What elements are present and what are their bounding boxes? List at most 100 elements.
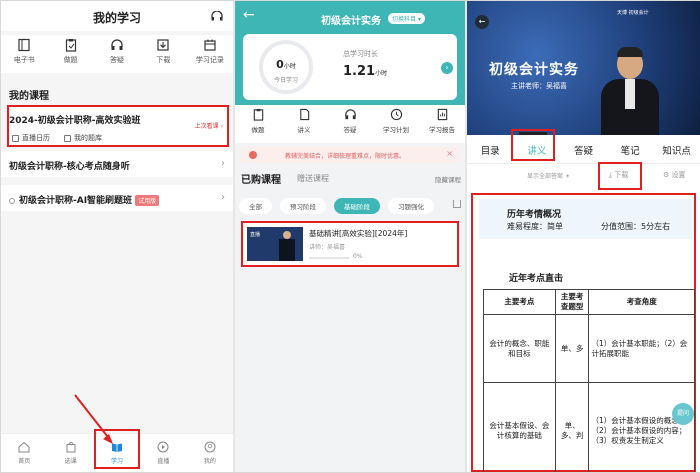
progress-bar bbox=[309, 257, 349, 259]
table-cell: 会计的概念、职能和目标 bbox=[483, 314, 556, 384]
highlight-box-tab bbox=[511, 129, 555, 161]
user-icon bbox=[204, 441, 216, 453]
filter-icon[interactable] bbox=[453, 200, 461, 208]
course-links: 直播日历 我的题库 bbox=[12, 133, 102, 143]
today-value: 0 bbox=[276, 58, 284, 71]
tool-handout[interactable]: 讲义 bbox=[281, 105, 327, 143]
top-bar: 我的学习 bbox=[1, 1, 233, 31]
question-bank-link[interactable]: 我的题库 bbox=[64, 133, 102, 143]
chevron-right-icon[interactable]: › bbox=[441, 62, 453, 74]
show-all-answers-toggle[interactable]: 显示全部答案 ☀ bbox=[527, 171, 570, 180]
study-time-card: 0小时 今日学习 总学习时长 1.21小时 › bbox=[243, 34, 457, 100]
back-arrow-icon[interactable]: ← bbox=[243, 7, 255, 23]
table-row: 会计基本假设、会计核算的基础 单、多、判 （1）会计基本假设的概念；（2）会计基… bbox=[483, 382, 695, 472]
last-watch-link[interactable]: 上次看课 › bbox=[195, 121, 223, 130]
home-icon bbox=[18, 441, 30, 453]
chevron-right-icon: › bbox=[221, 192, 225, 203]
tool-label: 学习计划 bbox=[383, 126, 409, 134]
chevron-right-icon: › bbox=[221, 158, 225, 169]
tab-catalog[interactable]: 目录 bbox=[467, 135, 514, 161]
menu-label: 学习记录 bbox=[195, 56, 224, 64]
lecturer-hair bbox=[617, 47, 643, 57]
menu-label: 下载 bbox=[156, 56, 171, 64]
tab-gift[interactable]: 赠送课程 bbox=[297, 173, 329, 184]
switch-subject-button[interactable]: 切换科目 ▾ bbox=[388, 13, 425, 24]
exam-overview: 历年考情概况 难易程度：简单 分值范围：5分左右 bbox=[479, 199, 692, 239]
tool-study-plan[interactable]: 学习计划 bbox=[373, 105, 419, 143]
today-progress-ring: 0小时 今日学习 bbox=[259, 40, 313, 94]
lesson-card-highlighted[interactable]: 直播 基础精讲[高效实验][2024年] 讲师：吴福喜 0% bbox=[241, 221, 459, 267]
nav-courses[interactable]: 选课 bbox=[47, 434, 93, 472]
table-cell: 单、多、判 bbox=[554, 382, 590, 472]
lesson-teacher: 讲师：吴福喜 bbox=[309, 244, 346, 251]
menu-download[interactable]: 下载 bbox=[140, 35, 186, 73]
tool-study-report[interactable]: 学习报告 bbox=[419, 105, 465, 143]
live-calendar-label: 直播日历 bbox=[22, 134, 50, 142]
show-all-label: 显示全部答案 bbox=[527, 173, 564, 180]
headset-icon[interactable] bbox=[211, 11, 223, 21]
highlight-box-download bbox=[598, 162, 642, 190]
menu-ebook[interactable]: 电子书 bbox=[1, 35, 47, 73]
tool-label: 做题 bbox=[251, 126, 265, 134]
chip-preview[interactable]: 预习阶段 bbox=[280, 198, 326, 214]
nav-mine[interactable]: 我的 bbox=[187, 434, 233, 472]
trial-badge: 试用版 bbox=[135, 195, 160, 206]
download-icon bbox=[157, 39, 170, 51]
hide-course-link[interactable]: 隐藏课程 bbox=[435, 174, 461, 184]
calendar-icon bbox=[204, 39, 216, 51]
quick-menu: 电子书 做题 答疑 下载 学习记录 bbox=[1, 35, 233, 73]
tab-bought[interactable]: 已购课程 bbox=[241, 171, 281, 186]
screenshot-collage: 我的学习 电子书 做题 答疑 下载 学习记录 我的课程 2024-初级会计职称-… bbox=[0, 0, 700, 473]
tab-qa[interactable]: 答疑 bbox=[560, 135, 607, 161]
chip-all[interactable]: 全部 bbox=[239, 198, 272, 214]
table-row: 会计的概念、职能和目标 单、多 （1）会计基本职能；（2）会计拓展职能 bbox=[483, 314, 695, 384]
handout-toolbar: 显示全部答案 ☀ ⤓ 下载 ⚙ 设置 bbox=[467, 163, 700, 185]
tab-knowledge[interactable]: 知识点 bbox=[653, 135, 700, 161]
tab-notes[interactable]: 笔记 bbox=[607, 135, 654, 161]
menu-label: 电子书 bbox=[13, 56, 35, 64]
tool-qa[interactable]: 答疑 bbox=[327, 105, 373, 143]
course-card-highlighted[interactable]: 2024-初级会计职称-高效实验班 上次看课 › 直播日历 我的题库 bbox=[7, 105, 229, 147]
section-title: 我的课程 bbox=[9, 91, 49, 102]
today-value-wrap: 0小时 bbox=[263, 58, 309, 71]
table-cell: 会计基本假设、会计核算的基础 bbox=[483, 382, 556, 472]
chip-basic[interactable]: 基础阶段 bbox=[334, 198, 380, 214]
table-header-row: 主要考点 主要考查题型 考查角度 bbox=[483, 288, 695, 316]
tool-label: 答疑 bbox=[343, 126, 357, 134]
course-row-ai[interactable]: 初级会计职称-AI智能刷题班 试用版 › bbox=[1, 185, 233, 211]
tool-practice[interactable]: 做题 bbox=[235, 105, 281, 143]
menu-qa[interactable]: 答疑 bbox=[94, 35, 140, 73]
back-arrow-icon[interactable]: ← bbox=[475, 15, 489, 29]
nav-live[interactable]: 直播 bbox=[140, 434, 186, 472]
teacher-body bbox=[279, 239, 295, 261]
promo-banner[interactable]: 教辅完美结合，详细梳理重难点，限时优惠。 × bbox=[241, 147, 459, 163]
clipboard-icon bbox=[65, 39, 76, 52]
course-header: ← 初级会计实务 切换科目 ▾ 0小时 今日学习 总学习时长 1.21小时 › bbox=[235, 1, 465, 105]
question-bank-label: 我的题库 bbox=[74, 134, 102, 142]
close-icon[interactable]: × bbox=[446, 149, 453, 158]
book-icon bbox=[18, 38, 30, 52]
ask-question-button[interactable]: 提问 bbox=[672, 403, 694, 425]
table-header: 主要考查题型 bbox=[554, 288, 590, 316]
settings-button[interactable]: ⚙ 设置 bbox=[663, 170, 686, 180]
score-range-text: 分值范围：5分左右 bbox=[601, 222, 671, 231]
video-player[interactable]: ← 天博 初级会计 初级会计实务 主讲老师：吴福喜 bbox=[467, 1, 700, 135]
nav-label: 选课 bbox=[64, 458, 77, 465]
difficulty-text: 难易程度：简单 bbox=[507, 222, 563, 231]
nav-home[interactable]: 首页 bbox=[1, 434, 47, 472]
course-title: 2024-初级会计职称-高效实验班 bbox=[9, 116, 141, 126]
overview-title: 历年考情概况 bbox=[507, 210, 562, 220]
live-calendar-link[interactable]: 直播日历 bbox=[12, 133, 50, 143]
course-title: 初级会计实务 bbox=[321, 16, 381, 27]
lecture-tabs: 目录 讲义 答疑 笔记 知识点 bbox=[467, 135, 700, 161]
course-row-audio[interactable]: 初级会计职称-核心考点随身听 › bbox=[1, 151, 233, 177]
headset-icon bbox=[344, 109, 356, 120]
document-icon bbox=[299, 108, 309, 121]
today-unit: 小时 bbox=[283, 63, 296, 70]
menu-study-record[interactable]: 学习记录 bbox=[187, 35, 233, 73]
video-lecture-screen: ← 天博 初级会计 初级会计实务 主讲老师：吴福喜 目录 讲义 答疑 笔记 知识… bbox=[467, 1, 700, 472]
chip-exercise[interactable]: 习题强化 bbox=[388, 198, 434, 214]
thumbnail-text: 直播 bbox=[250, 232, 261, 238]
highlight-box-nav bbox=[94, 429, 140, 469]
menu-practice[interactable]: 做题 bbox=[47, 35, 93, 73]
